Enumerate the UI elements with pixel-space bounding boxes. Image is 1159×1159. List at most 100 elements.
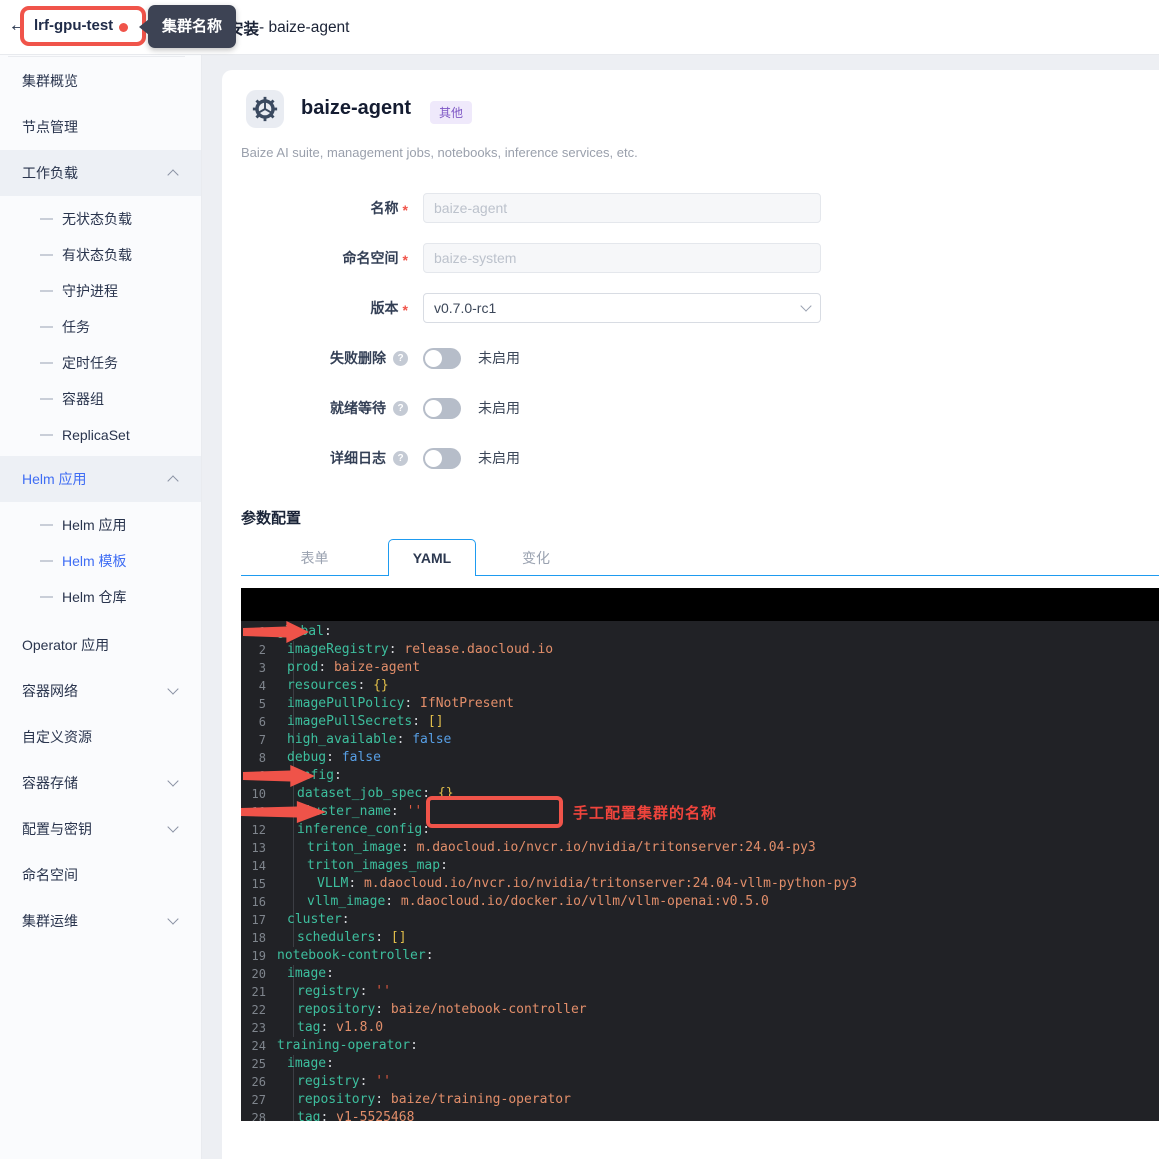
- chevron-up-icon: [167, 475, 179, 487]
- sidebar-item[interactable]: 配置与密钥: [0, 806, 201, 852]
- sidebar-subitem[interactable]: Helm 仓库: [0, 579, 201, 615]
- line-number: 13: [251, 841, 266, 855]
- sidebar-item-label: Helm 仓库: [62, 589, 127, 605]
- field-control: 未启用: [423, 347, 520, 369]
- code-line: 8 debug: false: [241, 749, 1159, 767]
- code-line: 23 tag: v1.8.0: [241, 1019, 1159, 1037]
- dash-icon: [40, 398, 53, 400]
- toggle-state-text: 未启用: [478, 450, 520, 466]
- toggle-knob: [425, 449, 442, 467]
- line-number: 26: [251, 1075, 266, 1089]
- sidebar-subitem[interactable]: Helm 模板: [0, 543, 201, 579]
- dash-icon: [40, 326, 53, 328]
- line-number: 7: [258, 733, 266, 747]
- field-control: 未启用: [423, 447, 520, 469]
- sidebar-subitem[interactable]: 无状态负载: [0, 201, 201, 237]
- field-label-text: 失败删除: [330, 350, 386, 366]
- dash-icon: [40, 434, 53, 436]
- tab-diff[interactable]: 变化: [476, 539, 596, 576]
- sidebar-item-label: 自定义资源: [22, 729, 92, 745]
- sidebar-subitem[interactable]: 容器组: [0, 381, 201, 417]
- line-number: 28: [251, 1111, 266, 1121]
- sidebar-item[interactable]: 工作负载: [0, 150, 201, 196]
- sidebar-item-label: Helm 模板: [62, 553, 127, 569]
- version-select[interactable]: v0.7.0-rc1: [423, 293, 821, 323]
- code-line: 7 high_available: false: [241, 731, 1159, 749]
- page-title-suffix: - baize-agent: [259, 18, 350, 36]
- chevron-down-icon: [800, 300, 812, 312]
- chevron-down-icon: [167, 683, 179, 695]
- field-control: [423, 243, 821, 273]
- sidebar-item[interactable]: Helm 应用: [0, 456, 201, 502]
- form-row: 版本 * v0.7.0-rc1: [222, 292, 821, 324]
- sidebar-subitem[interactable]: ReplicaSet: [0, 417, 201, 453]
- line-number: 25: [251, 1057, 266, 1071]
- line-number: 23: [251, 1021, 266, 1035]
- sidebar-item-label: 命名空间: [22, 867, 78, 883]
- help-icon[interactable]: ?: [393, 450, 408, 466]
- sidebar-subitem[interactable]: 守护进程: [0, 273, 201, 309]
- sidebar-item[interactable]: 容器存储: [0, 760, 201, 806]
- sidebar-nav: 集群概览 节点管理工作负载无状态负载有状态负载守护进程任务定时任务容器组 Repli…: [0, 58, 201, 944]
- field-label: 失败删除?: [222, 348, 408, 368]
- dash-icon: [40, 254, 53, 256]
- sidebar-item-label: 容器组: [62, 391, 104, 407]
- required-asterisk: *: [402, 301, 408, 318]
- code-line: 14 triton_images_map:: [241, 857, 1159, 875]
- toggle-knob: [425, 349, 442, 367]
- code-line: 26 registry: '': [241, 1073, 1159, 1091]
- code-line: 16 vllm_image: m.daocloud.io/docker.io/vl…: [241, 893, 1159, 911]
- wait-ready-toggle[interactable]: [423, 397, 461, 419]
- params-tabs: 表单 YAML 变化: [241, 539, 1159, 576]
- sidebar-subitem[interactable]: 任务: [0, 309, 201, 345]
- code-line: 15 VLLM: m.daocloud.io/nvcr.io/nvidia/tri…: [241, 875, 1159, 893]
- code-line: 19 notebook-controller:: [241, 947, 1159, 965]
- annotation-arrow-config: [243, 765, 315, 787]
- annotation-arrow-global: [243, 621, 309, 643]
- sidebar-item[interactable]: Operator 应用: [0, 622, 201, 668]
- line-number: 24: [251, 1039, 266, 1053]
- form-row: 命名空间 *: [222, 242, 821, 274]
- sidebar: 集群概览 节点管理工作负载无状态负载有状态负载守护进程任务定时任务容器组 Repli…: [0, 55, 202, 1159]
- sidebar-item-label: 工作负载: [22, 165, 78, 181]
- sidebar-item-label: Helm 应用: [22, 471, 87, 487]
- code-line: 9config:: [241, 767, 1159, 785]
- line-number: 15: [251, 877, 266, 891]
- sidebar-item-label: 容器存储: [22, 775, 78, 791]
- sidebar-subitem[interactable]: 有状态负载: [0, 237, 201, 273]
- code-line: 10 dataset_job_spec: {}: [241, 785, 1159, 803]
- field-label: 版本 *: [222, 298, 408, 318]
- tab-yaml[interactable]: YAML: [388, 539, 476, 576]
- sidebar-item-label: 有状态负载: [62, 247, 132, 263]
- sidebar-item[interactable]: 容器网络: [0, 668, 201, 714]
- sidebar-item[interactable]: 集群运维: [0, 898, 201, 944]
- form-row: 就绪等待? 未启用: [222, 392, 520, 424]
- sidebar-divider: [8, 56, 185, 57]
- field-label: 就绪等待?: [222, 398, 408, 418]
- delete-on-fail-toggle[interactable]: [423, 347, 461, 369]
- sidebar-subitem[interactable]: 定时任务: [0, 345, 201, 381]
- line-number: 4: [258, 679, 266, 693]
- annotation-box-cluster-name: [426, 796, 563, 828]
- sidebar-item-label: 定时任务: [62, 355, 118, 371]
- field-label: 名称 *: [222, 198, 408, 218]
- name-input[interactable]: [423, 193, 821, 223]
- verbose-log-toggle[interactable]: [423, 447, 461, 469]
- code-line: 1global:: [241, 623, 1159, 641]
- field-label-text: 版本: [370, 300, 399, 316]
- help-icon[interactable]: ?: [393, 400, 408, 416]
- chevron-down-icon: [167, 775, 179, 787]
- field-control: [423, 193, 821, 223]
- sidebar-item-label: 任务: [62, 319, 90, 335]
- sidebar-item[interactable]: 集群概览: [0, 58, 201, 104]
- tab-form[interactable]: 表单: [241, 539, 388, 576]
- help-icon[interactable]: ?: [393, 350, 408, 366]
- namespace-input[interactable]: [423, 243, 821, 273]
- sidebar-item[interactable]: 自定义资源: [0, 714, 201, 760]
- sidebar-item-label: 集群运维: [22, 913, 78, 929]
- sidebar-item[interactable]: 节点管理: [0, 104, 201, 150]
- sidebar-subitem[interactable]: Helm 应用: [0, 507, 201, 543]
- line-number: 19: [251, 949, 266, 963]
- sidebar-item[interactable]: 命名空间: [0, 852, 201, 898]
- yaml-editor[interactable]: 1global:2imageRegistry: release.daocloud…: [241, 621, 1159, 1121]
